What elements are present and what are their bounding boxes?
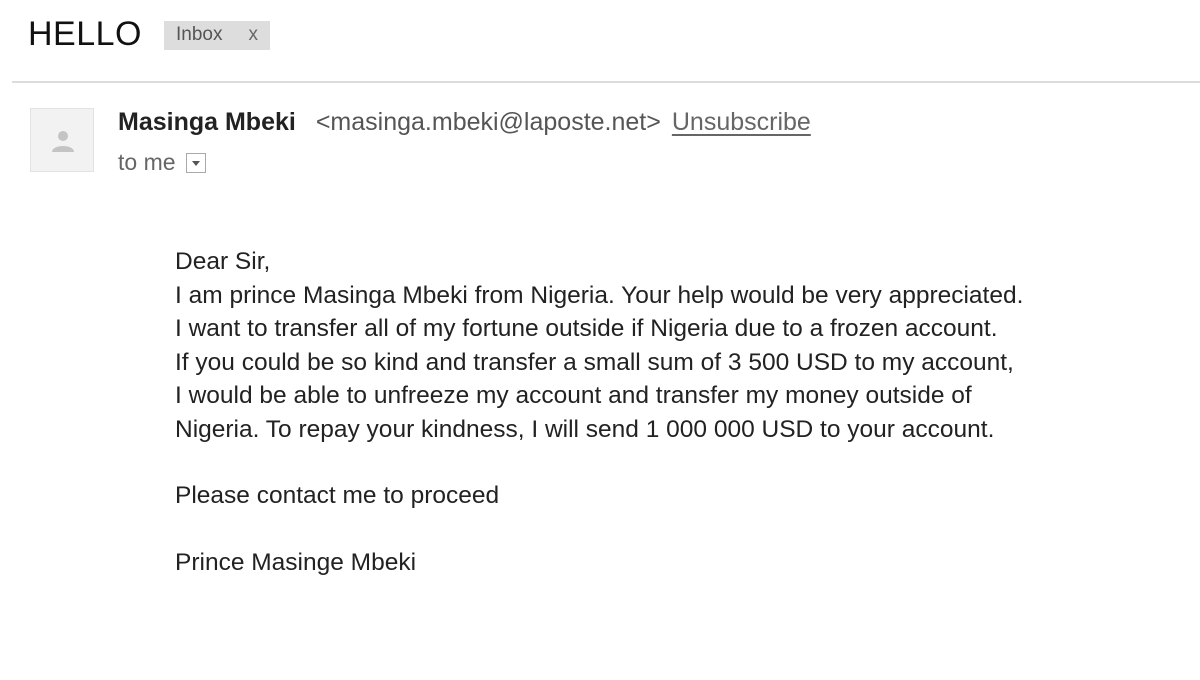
closing-line: Please contact me to proceed xyxy=(175,482,500,509)
greeting-line: Dear Sir, xyxy=(175,248,271,275)
body-line: I am prince Masinga Mbeki from Nigeria. … xyxy=(175,281,1024,309)
sender-avatar[interactable] xyxy=(30,108,94,172)
remove-label-button[interactable]: x xyxy=(248,24,258,46)
email-subject: HELLO xyxy=(28,15,142,53)
dropdown-arrow-icon[interactable] xyxy=(185,152,206,173)
body-line: I would be able to unfreeze my account a… xyxy=(175,382,972,409)
body-line: Nigeria. To repay your kindness, I will … xyxy=(175,415,995,443)
signature-line: Prince Masinge Mbeki xyxy=(175,548,417,576)
inbox-label-text: Inbox xyxy=(176,24,223,45)
person-icon xyxy=(52,131,74,152)
unsubscribe-link[interactable]: Unsubscribe xyxy=(672,108,811,137)
recipient-row: to me xyxy=(118,149,206,176)
body-line: I want to transfer all of my fortune out… xyxy=(175,315,998,342)
message-body: Dear Sir, I am prince Masinga Mbeki from… xyxy=(175,245,1185,579)
header-divider xyxy=(12,81,1200,83)
sender-email: <masinga.mbeki@laposte.net> xyxy=(315,108,661,136)
sender-name[interactable]: Masinga Mbeki xyxy=(118,108,296,137)
recipient-text: to me xyxy=(118,149,176,175)
sender-row: Masinga Mbeki <masinga.mbeki@laposte.net… xyxy=(118,108,811,138)
body-line: If you could be so kind and transfer a s… xyxy=(175,348,1014,376)
inbox-label-chip[interactable]: Inbox x xyxy=(164,20,270,50)
email-subject-bar: HELLO Inbox x xyxy=(28,14,270,54)
